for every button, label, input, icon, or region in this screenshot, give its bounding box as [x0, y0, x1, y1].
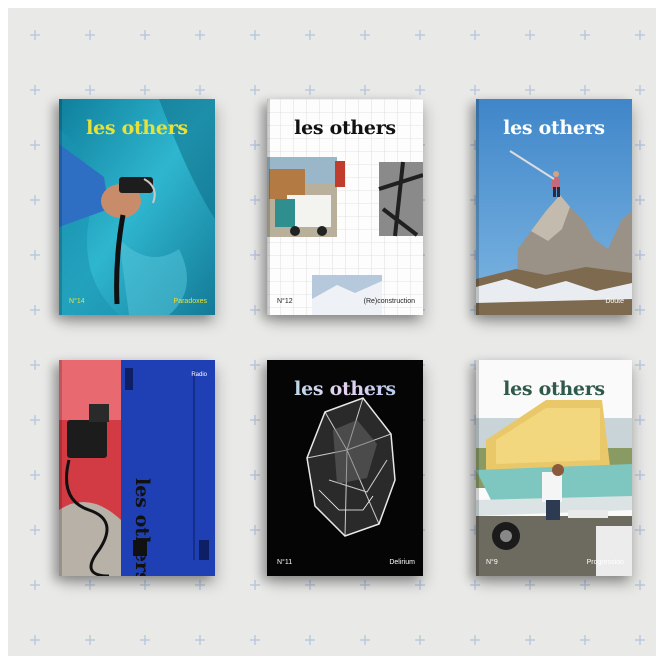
cross-mark	[140, 580, 150, 590]
spine-title: les others	[131, 478, 153, 576]
cross-mark	[250, 470, 260, 480]
cross-mark	[250, 580, 260, 590]
cross-mark	[30, 635, 40, 645]
cross-mark	[470, 85, 480, 95]
magazine-title: les others	[294, 117, 396, 139]
cross-mark	[635, 415, 645, 425]
cross-mark	[140, 85, 150, 95]
cross-mark	[250, 30, 260, 40]
cross-mark	[250, 250, 260, 260]
cross-mark	[195, 85, 205, 95]
cross-mark	[30, 305, 40, 315]
cross-mark	[580, 30, 590, 40]
cross-mark	[360, 30, 370, 40]
cross-mark	[85, 85, 95, 95]
cross-mark	[635, 580, 645, 590]
cross-mark	[415, 635, 425, 645]
cross-mark	[635, 360, 645, 370]
cross-mark	[305, 635, 315, 645]
cross-mark	[635, 305, 645, 315]
cross-mark	[470, 635, 480, 645]
cross-mark	[635, 195, 645, 205]
cross-mark	[580, 635, 590, 645]
cross-mark	[85, 30, 95, 40]
cross-mark	[30, 525, 40, 535]
product-photo-backdrop: les others N°14 Paradoxes les others N°1…	[8, 8, 656, 656]
cross-mark	[415, 30, 425, 40]
cross-mark	[30, 140, 40, 150]
issue-theme: Paradoxes	[173, 298, 207, 305]
magazine-cover-progression: les others N°9 Progression	[476, 360, 632, 576]
cross-mark	[250, 360, 260, 370]
cross-mark	[250, 525, 260, 535]
magazine-title: les others	[267, 378, 423, 400]
magazine-cover-paradoxes: les others N°14 Paradoxes	[59, 99, 215, 315]
cross-mark	[580, 580, 590, 590]
magazine-cover-delirium: les others N°11 Delirium	[267, 360, 423, 576]
cross-mark	[525, 85, 535, 95]
cross-mark	[85, 635, 95, 645]
cross-mark	[305, 85, 315, 95]
cross-mark	[30, 470, 40, 480]
cross-mark	[30, 360, 40, 370]
magazine-title: les others	[86, 117, 188, 139]
cross-mark	[470, 30, 480, 40]
issue-number: N°14	[69, 298, 85, 305]
cross-mark	[305, 30, 315, 40]
cross-mark	[250, 85, 260, 95]
issue-number: N°9	[486, 559, 498, 566]
cross-mark	[195, 30, 205, 40]
magazine-cover-reconstruction: les others N°12 (Re)construction	[267, 99, 423, 315]
cross-mark	[30, 85, 40, 95]
cross-mark	[360, 85, 370, 95]
issue-theme: Doute	[605, 298, 624, 305]
cross-mark	[85, 580, 95, 590]
cross-mark	[415, 580, 425, 590]
cross-mark	[140, 30, 150, 40]
cross-mark	[635, 140, 645, 150]
magazine-title: les others	[503, 378, 605, 400]
issue-theme: Delirium	[389, 559, 415, 566]
cross-mark	[635, 635, 645, 645]
cross-mark	[250, 305, 260, 315]
cross-mark	[140, 635, 150, 645]
cross-mark	[30, 195, 40, 205]
magazine-title: les others	[503, 117, 605, 139]
cross-mark	[305, 580, 315, 590]
cross-mark	[250, 195, 260, 205]
cross-mark	[580, 85, 590, 95]
magazine-cover-doute: les others Doute	[476, 99, 632, 315]
spine-label: Radio	[191, 372, 207, 378]
cross-mark	[30, 30, 40, 40]
issue-number: N°12	[277, 298, 293, 305]
cross-mark	[635, 30, 645, 40]
cross-mark	[635, 85, 645, 95]
issue-theme: Progression	[586, 559, 624, 566]
cross-mark	[525, 30, 535, 40]
cross-mark	[525, 580, 535, 590]
cross-mark	[415, 85, 425, 95]
cross-mark	[360, 580, 370, 590]
cross-mark	[195, 580, 205, 590]
cross-mark	[30, 580, 40, 590]
cross-mark	[250, 415, 260, 425]
cross-mark	[30, 415, 40, 425]
issue-theme: (Re)construction	[363, 298, 415, 305]
cross-mark	[195, 635, 205, 645]
cross-mark	[30, 250, 40, 260]
cross-mark	[360, 635, 370, 645]
cross-mark	[470, 580, 480, 590]
cross-mark	[250, 635, 260, 645]
cross-mark	[635, 525, 645, 535]
cross-mark	[525, 635, 535, 645]
issue-number: N°11	[277, 559, 293, 566]
magazine-cover-radio: les others Radio	[59, 360, 215, 576]
cross-mark	[250, 140, 260, 150]
cross-mark	[635, 470, 645, 480]
cross-mark	[635, 250, 645, 260]
